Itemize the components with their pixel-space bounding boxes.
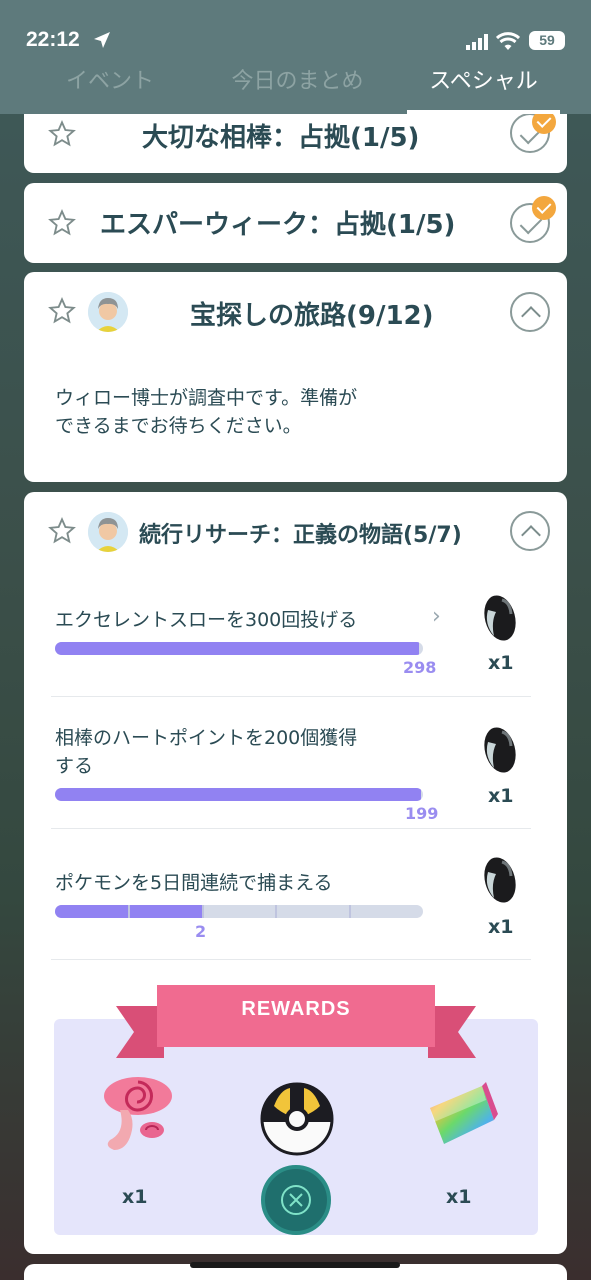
- mega-energy-gem-icon: [484, 727, 516, 773]
- mega-energy-gem-icon: [484, 857, 516, 903]
- rewards-ribbon: REWARDS: [157, 985, 435, 1047]
- task-description-line2: する: [55, 755, 94, 777]
- cellular-signal-icon: [466, 34, 488, 50]
- status-time: 22:12: [26, 28, 80, 51]
- reward-count: x1: [446, 1186, 472, 1208]
- mushroom-incense-icon: [104, 1077, 172, 1150]
- task-description: ポケモンを5日間連続で捕まえる: [55, 872, 333, 894]
- collapse-chevron-icon[interactable]: [510, 511, 550, 551]
- task-progress-count: 2: [195, 922, 207, 941]
- divider: [51, 959, 531, 960]
- reward-count: x1: [488, 652, 514, 674]
- ultra-ball-icon: [260, 1082, 334, 1156]
- close-button[interactable]: [261, 1165, 331, 1235]
- card-title: エスパーウィーク：占拠(1/5): [100, 210, 456, 240]
- bar-segment-divider: [128, 905, 130, 918]
- battery-indicator: 59: [529, 31, 565, 50]
- tab-bar: イベント 今日のまとめ スペシャル: [0, 66, 591, 114]
- waiting-message-line2: できるまでお待ちください。: [55, 415, 302, 437]
- divider: [51, 696, 531, 697]
- mega-energy-gem-icon: [484, 595, 516, 641]
- waiting-message-line1: ウィロー博士が調査中です。準備が: [55, 387, 358, 409]
- location-arrow-icon: [94, 32, 110, 48]
- tab-today-summary[interactable]: 今日のまとめ: [210, 66, 385, 114]
- card-title: 続行リサーチ：正義の物語(5/7): [139, 523, 462, 548]
- bar-segment-divider: [202, 905, 204, 918]
- research-card-continue: 続行リサーチ：正義の物語(5/7) エクセレントスローを300回投げる › 29…: [24, 492, 567, 1254]
- card-title: 大切な相棒：占拠(1/5): [142, 123, 420, 153]
- collapse-chevron-icon[interactable]: [510, 292, 550, 332]
- task-progress-bar: [55, 905, 423, 918]
- task-progress-count: 199: [405, 804, 439, 823]
- professor-avatar: [88, 512, 128, 552]
- task-progress-count: 298: [403, 658, 437, 677]
- divider: [51, 828, 531, 829]
- reward-count: x1: [488, 916, 514, 938]
- top-header: 22:12 59 イベント 今日のまとめ スペシャル: [0, 0, 591, 114]
- rewards-label: REWARDS: [241, 998, 351, 1020]
- task-description-line1: 相棒のハートポイントを200個獲得: [55, 727, 358, 749]
- ribbon-right-tail: [428, 1006, 476, 1058]
- tab-special[interactable]: スペシャル: [407, 66, 560, 114]
- bar-segment-divider: [349, 905, 351, 918]
- close-icon: [281, 1185, 311, 1215]
- task-progress-bar: [55, 642, 423, 655]
- task-progress-bar: [55, 788, 423, 801]
- home-indicator: [190, 1262, 400, 1268]
- status-bar: 22:12 59: [26, 28, 565, 58]
- tab-events[interactable]: イベント: [40, 66, 180, 114]
- star-icon[interactable]: [48, 297, 76, 325]
- star-icon[interactable]: [48, 517, 76, 545]
- rainbow-candy-icon: [430, 1082, 498, 1144]
- reward-count: x1: [122, 1186, 148, 1208]
- active-tab-indicator: [407, 110, 560, 114]
- star-icon[interactable]: [48, 120, 76, 148]
- reward-ready-badge-icon: [532, 196, 556, 220]
- wifi-icon: [496, 32, 520, 50]
- reward-count: x1: [488, 785, 514, 807]
- professor-avatar: [88, 292, 128, 332]
- task-arrow-icon[interactable]: ›: [432, 604, 441, 629]
- task-description: エクセレントスローを300回投げる: [55, 609, 358, 631]
- bar-segment-divider: [275, 905, 277, 918]
- research-card-treasure: 宝探しの旅路(9/12) ウィロー博士が調査中です。準備が できるまでお待ちくだ…: [24, 272, 567, 482]
- research-card-esper[interactable]: エスパーウィーク：占拠(1/5): [24, 183, 567, 263]
- card-title: 宝探しの旅路(9/12): [190, 301, 434, 331]
- star-icon[interactable]: [48, 209, 76, 237]
